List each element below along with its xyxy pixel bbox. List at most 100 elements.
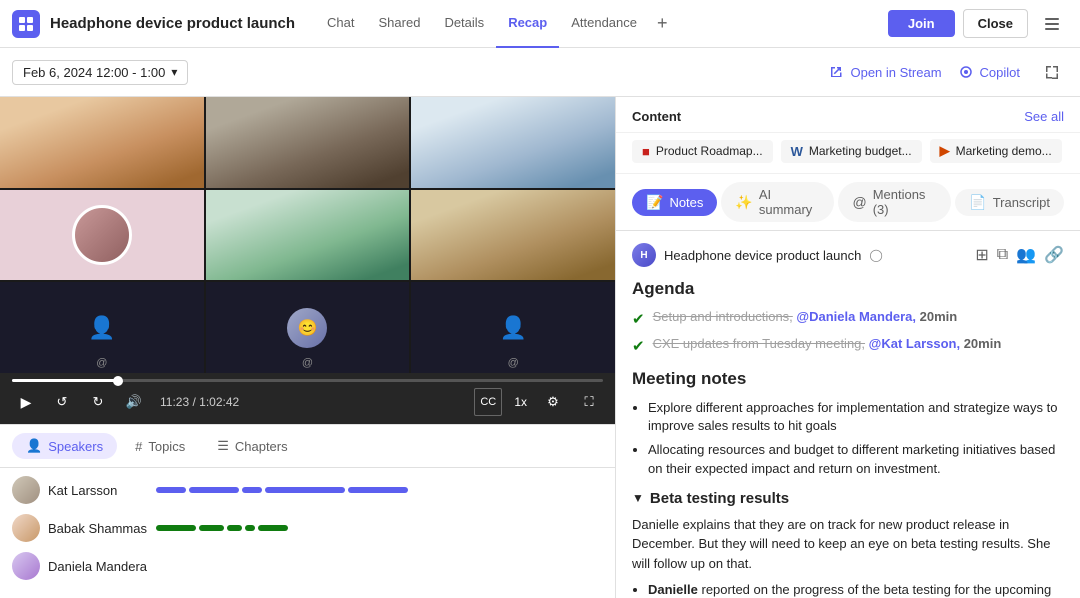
time-display: 11:23 / 1:02:42 — [160, 395, 239, 409]
agenda-strikethrough: CXE updates from Tuesday meeting, — [653, 336, 865, 351]
nav-tabs: Chat Shared Details Recap Attendance + — [315, 0, 888, 48]
expand-icon[interactable] — [1036, 56, 1068, 88]
controls-row: ▶ ↺ ↻ 🔊 11:23 / 1:02:42 CC 1x ⚙ ⛶ — [12, 388, 603, 416]
bar — [348, 487, 408, 493]
speaker-name: Kat Larsson — [48, 483, 148, 498]
bar — [265, 487, 345, 493]
tab-chat[interactable]: Chat — [315, 0, 366, 48]
meeting-icon: H — [632, 243, 656, 267]
speakers-list: Kat Larsson Babak Shammas — [0, 468, 615, 598]
meeting-title: Headphone device product launch — [50, 15, 295, 32]
chapters-tab[interactable]: ☰ Chapters — [203, 433, 301, 459]
list-item: Explore different approaches for impleme… — [648, 399, 1064, 435]
bar — [227, 525, 242, 531]
main-content: 👤 @ 😊 @ 👤 @ ▶ ↺ ↻ 🔊 — [0, 97, 1080, 598]
speaker-row: Kat Larsson — [12, 476, 603, 504]
bold-name: Danielle — [648, 582, 698, 597]
list-item: Danielle reported on the progress of the… — [648, 581, 1064, 598]
bar — [258, 525, 288, 531]
speakers-panel: 👤 Speakers # Topics ☰ Chapters Kat Larss… — [0, 424, 615, 598]
bar — [199, 525, 224, 531]
copy-icon[interactable]: ⧉ — [997, 246, 1008, 264]
rewind-button[interactable]: ↺ — [48, 388, 76, 416]
beta-header: ▼ Beta testing results — [632, 490, 1064, 507]
copilot-button[interactable]: Copilot — [958, 64, 1020, 80]
close-button[interactable]: Close — [963, 9, 1028, 38]
notes-tab-notes[interactable]: 📝 Notes — [632, 189, 717, 216]
tab-attendance[interactable]: Attendance — [559, 0, 649, 48]
tab-recap[interactable]: Recap — [496, 0, 559, 48]
forward-button[interactable]: ↻ — [84, 388, 112, 416]
volume-button[interactable]: 🔊 — [120, 388, 148, 416]
agenda-item-1: ✔ Setup and introductions, @Daniela Mand… — [632, 309, 1064, 328]
beta-content: Danielle explains that they are on track… — [632, 515, 1064, 574]
video-controls: ▶ ↺ ↻ 🔊 11:23 / 1:02:42 CC 1x ⚙ ⛶ — [0, 373, 615, 424]
tab-details[interactable]: Details — [432, 0, 496, 48]
speaker-tabs: 👤 Speakers # Topics ☰ Chapters — [0, 425, 615, 468]
notes-tabs: 📝 Notes ✨ AI summary @ Mentions (3) 📄 Tr… — [616, 174, 1080, 231]
header: Headphone device product launch Chat Sha… — [0, 0, 1080, 48]
play-button[interactable]: ▶ — [12, 388, 40, 416]
notes-icon: 📝 — [646, 194, 663, 211]
speaker-row: Babak Shammas — [12, 514, 603, 542]
agenda-mention: @Kat Larsson, — [869, 336, 960, 351]
bar — [245, 525, 255, 531]
header-actions: Join Close — [888, 8, 1068, 40]
sub-header: Feb 6, 2024 12:00 - 1:00 ▾ Open in Strea… — [0, 48, 1080, 97]
file-chip-pdf[interactable]: ■ Product Roadmap... — [632, 140, 773, 163]
bar — [156, 487, 186, 493]
notes-area[interactable]: H Headphone device product launch ◯ ⊞ ⧉ … — [616, 231, 1080, 598]
settings-icon[interactable]: ⚙ — [539, 388, 567, 416]
speakers-icon: 👤 — [26, 438, 42, 454]
notes-tab-mentions[interactable]: @ Mentions (3) — [838, 182, 951, 222]
agenda-time: 20min — [964, 336, 1002, 351]
fullscreen-button[interactable]: ⛶ — [575, 388, 603, 416]
status-indicator: ◯ — [869, 248, 882, 262]
content-files: ■ Product Roadmap... W Marketing budget.… — [616, 133, 1080, 174]
tab-shared[interactable]: Shared — [367, 0, 433, 48]
bar — [242, 487, 262, 493]
collapse-icon[interactable]: ▼ — [632, 491, 644, 505]
topics-tab[interactable]: # Topics — [121, 434, 199, 459]
beta-section: ▼ Beta testing results Danielle explains… — [632, 490, 1064, 598]
agenda-item-2: ✔ CXE updates from Tuesday meeting, @Kat… — [632, 336, 1064, 355]
speed-selector[interactable]: 1x — [510, 393, 531, 411]
speaker-name: Babak Shammas — [48, 521, 148, 536]
open-in-stream-label: Open in Stream — [850, 65, 941, 80]
video-cell-9: 👤 @ — [411, 282, 615, 373]
settings-icon[interactable] — [1036, 8, 1068, 40]
bar — [156, 525, 196, 531]
grid-icon[interactable]: ⊞ — [975, 245, 988, 265]
pdf-icon: ■ — [642, 144, 650, 159]
ai-icon: ✨ — [735, 194, 752, 211]
file-chip-word[interactable]: W Marketing budget... — [781, 140, 922, 163]
check-icon: ✔ — [632, 337, 645, 355]
see-all-button[interactable]: See all — [1024, 109, 1064, 124]
ppt-icon: ▶ — [940, 143, 950, 159]
video-cell-8: 😊 @ — [206, 282, 410, 373]
notes-tab-ai-summary[interactable]: ✨ AI summary — [721, 182, 834, 222]
mentions-icon: @ — [852, 194, 866, 210]
join-button[interactable]: Join — [888, 10, 955, 37]
timeline-bars — [156, 525, 603, 531]
subtitles-button[interactable]: CC — [474, 388, 502, 416]
word-icon: W — [791, 144, 803, 159]
people-icon[interactable]: 👥 — [1016, 245, 1036, 265]
date-selector[interactable]: Feb 6, 2024 12:00 - 1:00 ▾ — [12, 60, 188, 85]
video-cell-4 — [0, 190, 204, 281]
meeting-name: Headphone device product launch — [664, 248, 861, 263]
file-chip-ppt[interactable]: ▶ Marketing demo... — [930, 139, 1062, 163]
meeting-notes-list: Explore different approaches for impleme… — [632, 399, 1064, 478]
file-name: Product Roadmap... — [656, 144, 763, 158]
agenda-strikethrough: Setup and introductions, — [653, 309, 793, 324]
progress-bar[interactable] — [12, 379, 603, 382]
link-icon[interactable]: 🔗 — [1044, 245, 1064, 265]
notes-tab-transcript[interactable]: 📄 Transcript — [955, 189, 1064, 216]
progress-dot — [113, 376, 123, 386]
open-in-stream-button[interactable]: Open in Stream — [828, 64, 941, 80]
avatar — [12, 476, 40, 504]
beta-title: Beta testing results — [650, 490, 789, 507]
progress-fill — [12, 379, 118, 382]
add-tab-button[interactable]: + — [649, 0, 676, 48]
speakers-tab[interactable]: 👤 Speakers — [12, 433, 117, 459]
